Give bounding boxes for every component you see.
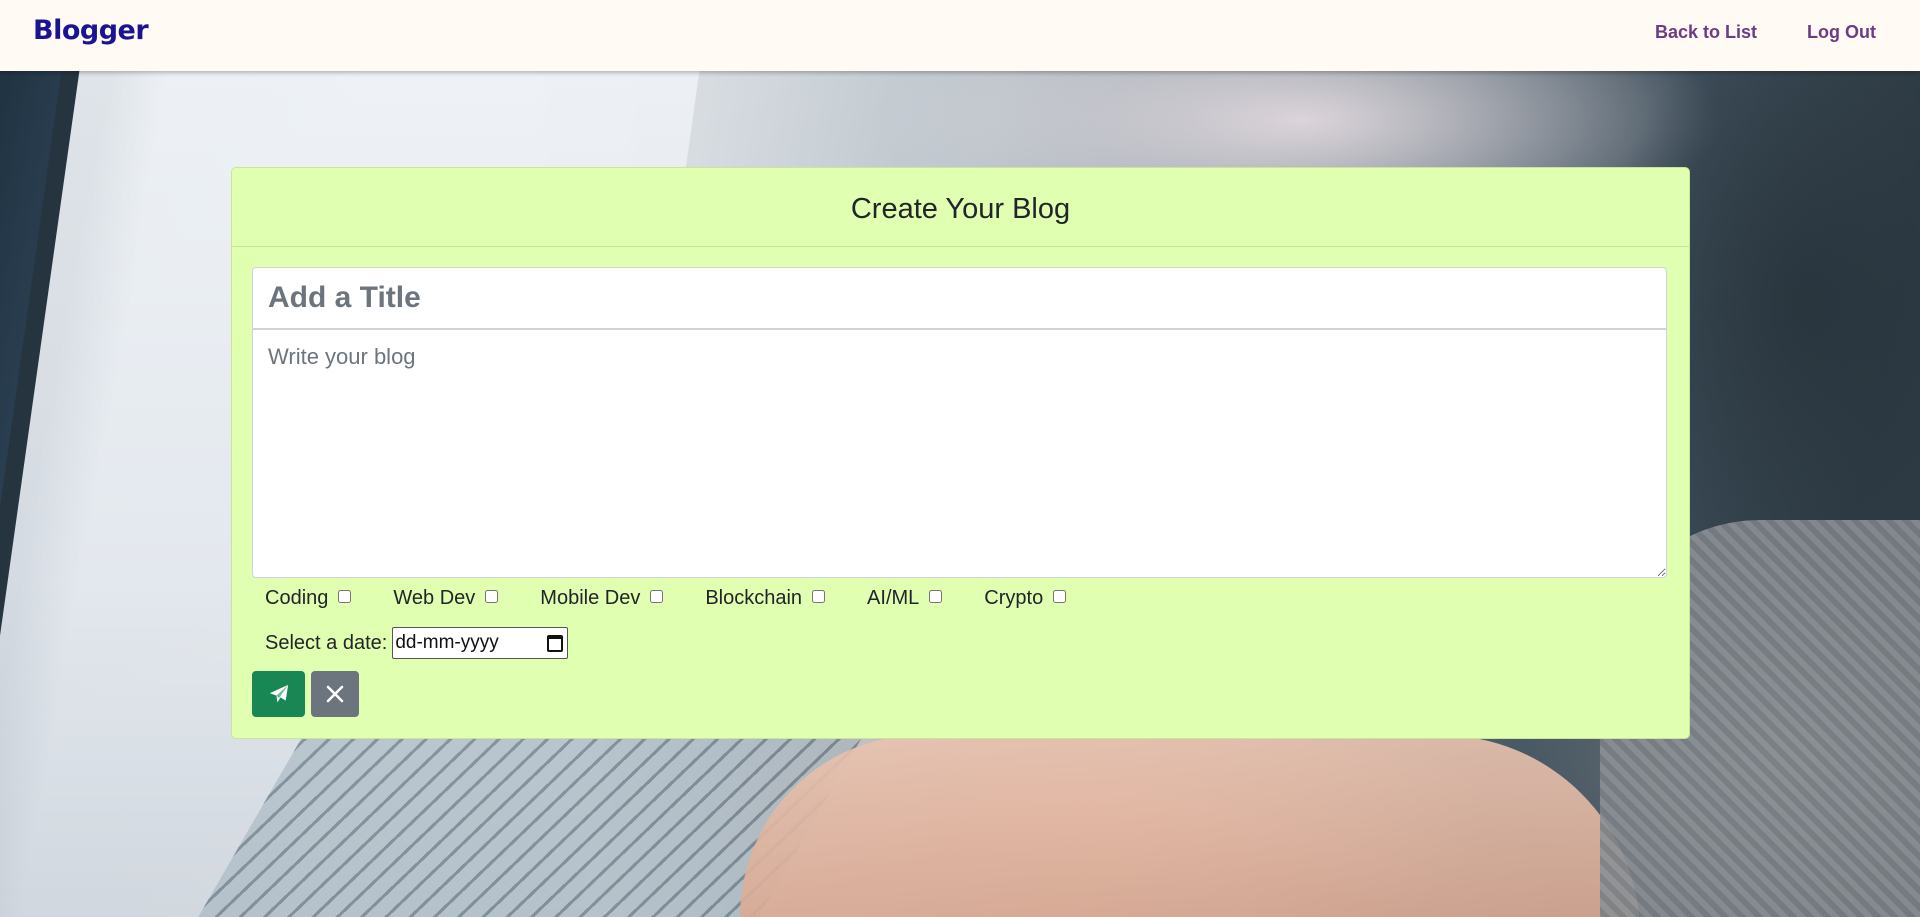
back-to-list-link[interactable]: Back to List xyxy=(1655,22,1757,43)
tag-crypto[interactable]: Crypto xyxy=(984,587,1067,610)
paper-plane-icon xyxy=(269,684,288,703)
tag-mobile-dev-checkbox[interactable] xyxy=(650,590,664,603)
date-input[interactable]: dd-mm-yyyy xyxy=(392,627,569,659)
tag-mobile-dev[interactable]: Mobile Dev xyxy=(540,587,664,610)
log-out-link[interactable]: Log Out xyxy=(1807,22,1876,43)
date-placeholder: dd-mm-yyyy xyxy=(395,632,499,653)
tag-label: Coding xyxy=(265,587,329,609)
page-title: Create Your Blog xyxy=(850,192,1071,225)
tag-web-dev-checkbox[interactable] xyxy=(485,590,499,603)
tag-checkbox-group: Coding Web Dev Mobile Dev Blockchain AI/… xyxy=(265,587,1108,610)
tag-blockchain[interactable]: Blockchain xyxy=(705,587,826,610)
tag-web-dev[interactable]: Web Dev xyxy=(393,587,499,610)
date-row: Select a date: dd-mm-yyyy xyxy=(265,627,569,659)
tag-label: Web Dev xyxy=(393,587,476,609)
nav-links: Back to List Log Out xyxy=(1655,22,1876,43)
title-input[interactable] xyxy=(252,267,1667,329)
tag-coding-checkbox[interactable] xyxy=(338,590,352,603)
brand-logo[interactable]: Blogger xyxy=(33,15,149,46)
cancel-button[interactable] xyxy=(311,671,359,717)
card-header: Create Your Blog xyxy=(232,168,1689,247)
tag-label: Blockchain xyxy=(705,587,803,609)
tag-label: Mobile Dev xyxy=(540,587,641,609)
submit-button[interactable] xyxy=(252,671,305,717)
tag-label: AI/ML xyxy=(867,587,920,609)
tag-blockchain-checkbox[interactable] xyxy=(812,590,826,603)
tag-crypto-checkbox[interactable] xyxy=(1053,590,1067,603)
calendar-icon[interactable] xyxy=(547,634,564,652)
close-icon xyxy=(326,685,344,703)
navbar: Blogger Back to List Log Out xyxy=(0,0,1920,71)
blog-body-textarea[interactable] xyxy=(252,329,1667,578)
tag-ai-ml-checkbox[interactable] xyxy=(929,590,943,603)
create-blog-card: Create Your Blog Coding Web Dev Mobile D… xyxy=(231,167,1690,739)
tag-label: Crypto xyxy=(984,587,1044,609)
background-hand xyxy=(740,735,1640,917)
tag-ai-ml[interactable]: AI/ML xyxy=(867,587,943,610)
date-label: Select a date: xyxy=(265,631,388,654)
tag-coding[interactable]: Coding xyxy=(265,587,352,610)
